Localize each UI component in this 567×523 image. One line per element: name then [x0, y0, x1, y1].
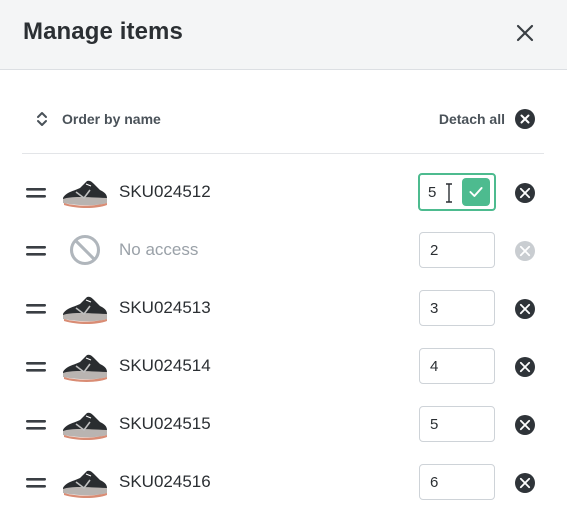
quantity-input[interactable] [419, 464, 495, 500]
remove-item-button [515, 241, 535, 261]
sneaker-icon [60, 404, 110, 444]
manage-items-dialog: Manage items Order by name Detach all SK… [0, 0, 567, 523]
remove-circle-icon [519, 245, 531, 257]
quantity-input[interactable] [419, 348, 495, 384]
dialog-title: Manage items [23, 18, 183, 45]
remove-circle-icon [519, 187, 531, 199]
drag-handle-icon[interactable] [26, 358, 46, 376]
order-by-name-label: Order by name [62, 111, 161, 127]
remove-circle-icon [519, 477, 531, 489]
quantity-input[interactable] [419, 290, 495, 326]
item-row: SKU024516 [22, 454, 544, 512]
dialog-header: Manage items [0, 0, 567, 70]
remove-circle-icon [519, 303, 531, 315]
no-access-label: No access [119, 240, 199, 259]
sneaker-icon [60, 172, 110, 212]
sneaker-icon [60, 462, 110, 502]
quantity-input[interactable] [419, 406, 495, 442]
detach-all-button[interactable]: Detach all [439, 108, 535, 130]
item-row: SKU024514 [22, 338, 544, 396]
remove-circle-icon [519, 419, 531, 431]
sneaker-icon [60, 346, 110, 386]
item-sku: SKU024515 [119, 414, 211, 433]
sneaker-icon [60, 288, 110, 328]
confirm-quantity-button[interactable] [462, 178, 490, 206]
item-row: SKU024512 [22, 164, 544, 222]
remove-circle-icon [515, 109, 535, 129]
close-icon [516, 24, 534, 42]
remove-item-button[interactable] [515, 183, 535, 203]
quantity-input[interactable] [419, 232, 495, 268]
sort-icon [37, 112, 47, 126]
text-cursor-icon [444, 183, 454, 203]
item-sku: SKU024514 [119, 356, 211, 375]
no-access-icon [67, 232, 117, 272]
drag-handle-icon[interactable] [26, 416, 46, 434]
item-row: SKU024515 [22, 396, 544, 454]
remove-item-button[interactable] [515, 415, 535, 435]
drag-handle-icon[interactable] [26, 242, 46, 260]
remove-item-button[interactable] [515, 357, 535, 377]
drag-handle-icon[interactable] [26, 300, 46, 318]
drag-handle-icon[interactable] [26, 474, 46, 492]
check-icon [469, 187, 483, 197]
quantity-field-editing [418, 173, 496, 211]
item-sku: SKU024513 [119, 298, 211, 317]
item-row: No access [22, 222, 544, 280]
item-row: SKU024513 [22, 280, 544, 338]
close-button[interactable] [510, 18, 540, 48]
drag-handle-icon[interactable] [26, 184, 46, 202]
remove-item-button[interactable] [515, 299, 535, 319]
item-sku: SKU024516 [119, 472, 211, 491]
remove-item-button[interactable] [515, 473, 535, 493]
remove-circle-icon [519, 361, 531, 373]
detach-all-label: Detach all [438, 111, 505, 127]
item-sku: SKU024512 [119, 182, 211, 201]
order-by-name-button[interactable]: Order by name [36, 108, 161, 130]
list-toolbar: Order by name Detach all [22, 100, 544, 154]
